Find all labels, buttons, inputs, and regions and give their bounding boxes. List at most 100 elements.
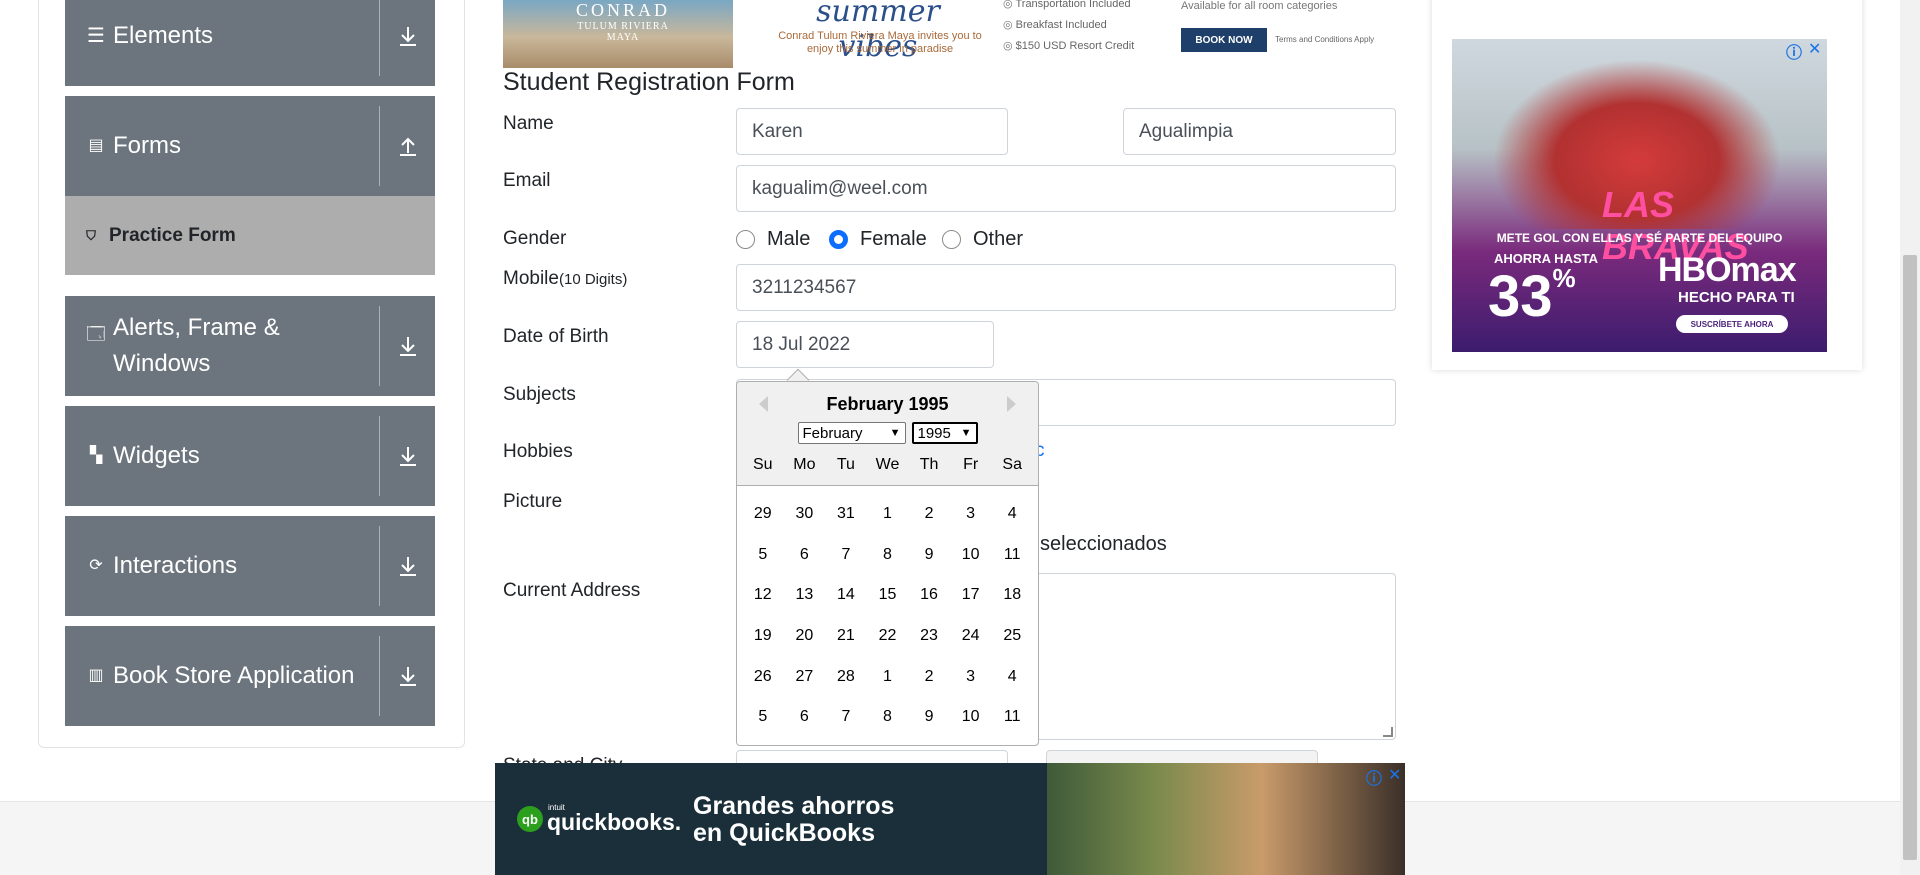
weekday-label: Th — [919, 456, 939, 473]
day-cell[interactable]: 7 — [825, 697, 867, 738]
datepicker-month-title: February 1995 — [826, 394, 949, 414]
radio-button-selected[interactable] — [829, 230, 848, 249]
day-cell[interactable]: 23 — [908, 616, 950, 657]
day-cell[interactable]: 26 — [742, 656, 784, 697]
day-cell[interactable]: 18 — [991, 575, 1033, 616]
weekday-label: Tu — [836, 456, 855, 473]
mobile-label: Mobile(10 Digits) — [503, 268, 627, 290]
ad-discount-value: 33 — [1488, 264, 1553, 329]
info-icon[interactable]: ⓘ — [1786, 39, 1802, 63]
datepicker-selects: February ▼ 1995 ▼ — [737, 422, 1038, 444]
day-cell[interactable]: 8 — [867, 535, 909, 576]
sidebar-group-elements[interactable]: ☰ Elements — [65, 0, 435, 86]
day-cell[interactable]: 3 — [950, 656, 992, 697]
book-now-button[interactable]: BOOK NOW — [1181, 28, 1267, 52]
form-title: Student Registration Form — [503, 68, 795, 96]
day-cell[interactable]: 14 — [825, 575, 867, 616]
weekday-label: Mo — [793, 456, 816, 473]
email-input[interactable]: kagualim@weel.com — [736, 165, 1396, 212]
subscribe-button[interactable]: SUSCRÍBETE AHORA — [1676, 315, 1788, 333]
day-cell[interactable]: 7 — [825, 535, 867, 576]
radio-button[interactable] — [942, 230, 961, 249]
day-cell[interactable]: 1 — [867, 656, 909, 697]
sidebar-item-practice-form[interactable]: ⛉ Practice Form — [65, 196, 435, 275]
year-select[interactable]: 1995 ▼ — [911, 422, 978, 444]
sidebar-group-interactions[interactable]: ⟳ Interactions — [65, 516, 435, 616]
radio-button[interactable] — [736, 230, 755, 249]
day-cell[interactable]: 3 — [950, 494, 992, 535]
hbomax-ad[interactable]: LAS BRAVAS METE GOL CON ELLAS Y SÉ PARTE… — [1452, 39, 1827, 352]
last-name-input[interactable]: Agualimpia — [1123, 108, 1396, 155]
day-cell[interactable]: 16 — [908, 575, 950, 616]
day-cell[interactable]: 5 — [742, 535, 784, 576]
day-cell[interactable]: 25 — [991, 616, 1033, 657]
day-cell[interactable]: 29 — [742, 494, 784, 535]
download-icon[interactable] — [380, 335, 435, 357]
day-cell[interactable]: 13 — [784, 575, 826, 616]
day-cell[interactable]: 24 — [950, 616, 992, 657]
day-cell[interactable]: 19 — [742, 616, 784, 657]
top-banner-ad[interactable]: CONRAD TULUM RIVIERA MAYA summer vibes C… — [503, 0, 1383, 68]
day-cell[interactable]: 30 — [784, 494, 826, 535]
radio-label: Male — [767, 228, 811, 250]
day-cell[interactable]: 4 — [991, 656, 1033, 697]
quickbooks-ad[interactable]: qb intuit quickbooks. Grandes ahorros en… — [495, 763, 1405, 875]
day-cell[interactable]: 28 — [825, 656, 867, 697]
day-cell[interactable]: 12 — [742, 575, 784, 616]
first-name-input[interactable]: Karen — [736, 108, 1008, 155]
day-cell[interactable]: 9 — [908, 697, 950, 738]
day-cell[interactable]: 2 — [908, 656, 950, 697]
day-cell[interactable]: 22 — [867, 616, 909, 657]
sidebar-group-alerts[interactable]: 🗔 Alerts, Frame & Windows — [65, 296, 435, 396]
day-cell[interactable]: 10 — [950, 697, 992, 738]
day-cell[interactable]: 21 — [825, 616, 867, 657]
email-label: Email — [503, 170, 551, 191]
day-cell[interactable]: 17 — [950, 575, 992, 616]
download-icon[interactable] — [380, 555, 435, 577]
day-cell[interactable]: 4 — [991, 494, 1033, 535]
scrollbar-thumb[interactable] — [1903, 255, 1917, 860]
bottom-ad-controls: ⓘ ✕ — [1366, 765, 1401, 789]
mobile-hint: (10 Digits) — [558, 271, 628, 288]
resort-photo: CONRAD TULUM RIVIERA MAYA — [503, 0, 733, 68]
day-cell[interactable]: 5 — [742, 697, 784, 738]
next-month-button[interactable] — [1007, 396, 1016, 412]
month-select-value: February — [802, 424, 863, 442]
month-select[interactable]: February ▼ — [797, 422, 906, 444]
day-cell[interactable]: 6 — [784, 535, 826, 576]
ad-brand: CONRAD TULUM RIVIERA MAYA — [575, 0, 670, 43]
day-cell[interactable]: 11 — [991, 697, 1033, 738]
gender-radio-female[interactable]: Female — [829, 228, 927, 251]
sidebar-group-book-store[interactable]: ▥ Book Store Application — [65, 626, 435, 726]
download-icon[interactable] — [380, 445, 435, 467]
day-cell[interactable]: 9 — [908, 535, 950, 576]
day-cell[interactable]: 8 — [867, 697, 909, 738]
ad-headline: Grandes ahorros en QuickBooks — [693, 793, 953, 847]
close-icon[interactable]: ✕ — [1388, 765, 1401, 789]
day-cell[interactable]: 11 — [991, 535, 1033, 576]
close-icon[interactable]: ✕ — [1808, 39, 1821, 63]
radio-label: Female — [860, 228, 927, 250]
day-cell[interactable]: 10 — [950, 535, 992, 576]
day-cell[interactable]: 6 — [784, 697, 826, 738]
dob-label: Date of Birth — [503, 326, 609, 347]
day-cell[interactable]: 1 — [867, 494, 909, 535]
ad-availability: Available for all room categories — [1181, 0, 1338, 12]
upload-icon[interactable] — [380, 135, 435, 157]
window-icon: 🗔 — [86, 324, 106, 344]
sidebar-group-widgets[interactable]: ▚ Widgets — [65, 406, 435, 506]
dob-input[interactable]: 18 Jul 2022 — [736, 321, 994, 368]
sidebar-group-forms[interactable]: ▤ Forms — [65, 96, 435, 196]
info-icon[interactable]: ⓘ — [1366, 765, 1382, 789]
day-cell[interactable]: 27 — [784, 656, 826, 697]
weekday-header: Su Mo Tu We Th Fr Sa — [737, 456, 1038, 474]
day-cell[interactable]: 2 — [908, 494, 950, 535]
download-icon[interactable] — [380, 25, 435, 47]
gender-radio-other[interactable]: Other — [942, 228, 1023, 251]
gender-radio-male[interactable]: Male — [736, 228, 810, 251]
download-icon[interactable] — [380, 665, 435, 687]
mobile-input[interactable]: 3211234567 — [736, 264, 1396, 311]
day-cell[interactable]: 20 — [784, 616, 826, 657]
day-cell[interactable]: 31 — [825, 494, 867, 535]
day-cell[interactable]: 15 — [867, 575, 909, 616]
